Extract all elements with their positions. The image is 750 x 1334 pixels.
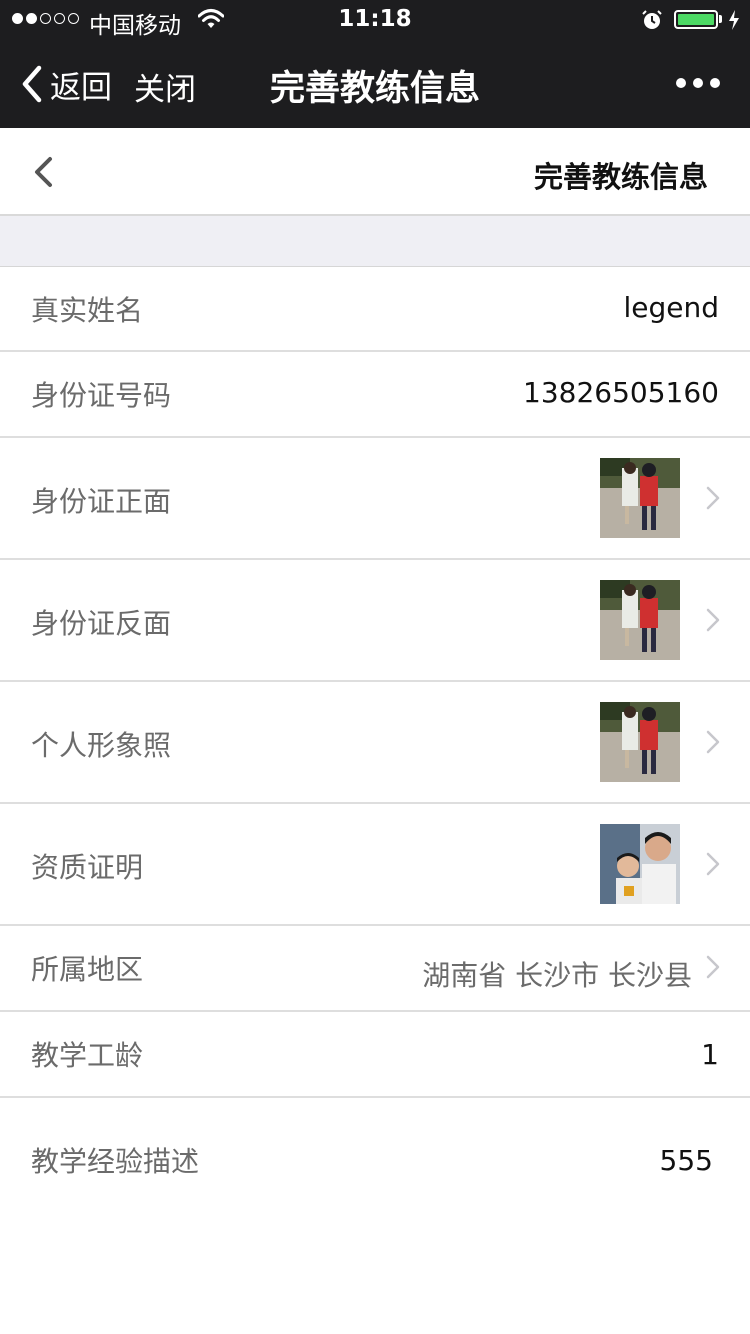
chevron-right-icon bbox=[706, 852, 720, 876]
wechat-back-button[interactable]: 返回 bbox=[20, 64, 112, 106]
certificate-photo-thumbnail[interactable] bbox=[600, 824, 680, 904]
experience-row[interactable]: 教学经验描述 555 bbox=[0, 1098, 750, 1218]
back-label: 返回 bbox=[50, 69, 112, 106]
chevron-right-icon bbox=[706, 486, 720, 510]
chevron-right-icon bbox=[706, 730, 720, 754]
wechat-nav-bar: 返回 关闭 完善教练信息 bbox=[0, 40, 750, 128]
id-back-row[interactable]: 身份证反面 bbox=[0, 560, 750, 682]
teaching-years-label: 教学工龄 bbox=[31, 1039, 144, 1072]
id-front-label: 身份证正面 bbox=[31, 485, 172, 518]
certificate-label: 资质证明 bbox=[31, 851, 144, 884]
portrait-photo-thumbnail[interactable] bbox=[600, 702, 680, 782]
portrait-row[interactable]: 个人形象照 bbox=[0, 682, 750, 804]
wechat-title: 完善教练信息 bbox=[269, 69, 480, 109]
section-separator bbox=[0, 216, 750, 267]
chevron-left-icon bbox=[22, 65, 42, 103]
close-button[interactable]: 关闭 bbox=[134, 64, 196, 109]
teaching-years-row[interactable]: 教学工龄 1 bbox=[0, 1012, 750, 1098]
certificate-row[interactable]: 资质证明 bbox=[0, 804, 750, 926]
more-dots-icon[interactable] bbox=[676, 78, 720, 88]
id-back-photo-thumbnail[interactable] bbox=[600, 580, 680, 660]
page-back-button[interactable] bbox=[28, 154, 62, 190]
charging-bolt-icon bbox=[729, 10, 739, 30]
id-front-row[interactable]: 身份证正面 bbox=[0, 438, 750, 560]
experience-label: 教学经验描述 bbox=[31, 1145, 200, 1178]
id-back-label: 身份证反面 bbox=[31, 607, 172, 640]
portrait-label: 个人形象照 bbox=[31, 729, 172, 762]
id-number-value: 13826505160 bbox=[523, 376, 719, 409]
teaching-years-value: 1 bbox=[701, 1038, 719, 1071]
status-time: 11:18 bbox=[338, 6, 412, 32]
real-name-label: 真实姓名 bbox=[31, 294, 144, 327]
region-label: 所属地区 bbox=[31, 953, 144, 986]
region-row[interactable]: 所属地区 湖南省 长沙市 长沙县 bbox=[0, 926, 750, 1012]
alarm-clock-icon bbox=[642, 10, 662, 29]
id-front-photo-thumbnail[interactable] bbox=[600, 458, 680, 538]
id-number-label: 身份证号码 bbox=[31, 379, 172, 412]
real-name-row[interactable]: 真实姓名 legend bbox=[0, 267, 750, 352]
status-bar: 中国移动 11:18 bbox=[0, 0, 750, 40]
battery-icon bbox=[674, 10, 718, 29]
experience-value: 555 bbox=[659, 1144, 713, 1177]
id-number-row[interactable]: 身份证号码 13826505160 bbox=[0, 352, 750, 438]
real-name-value: legend bbox=[623, 291, 719, 324]
page-title: 完善教练信息 bbox=[533, 160, 708, 194]
region-value: 湖南省 长沙市 长沙县 bbox=[422, 959, 692, 992]
chevron-right-icon bbox=[706, 608, 720, 632]
chevron-right-icon bbox=[706, 955, 720, 979]
page-header: 完善教练信息 bbox=[0, 128, 750, 216]
